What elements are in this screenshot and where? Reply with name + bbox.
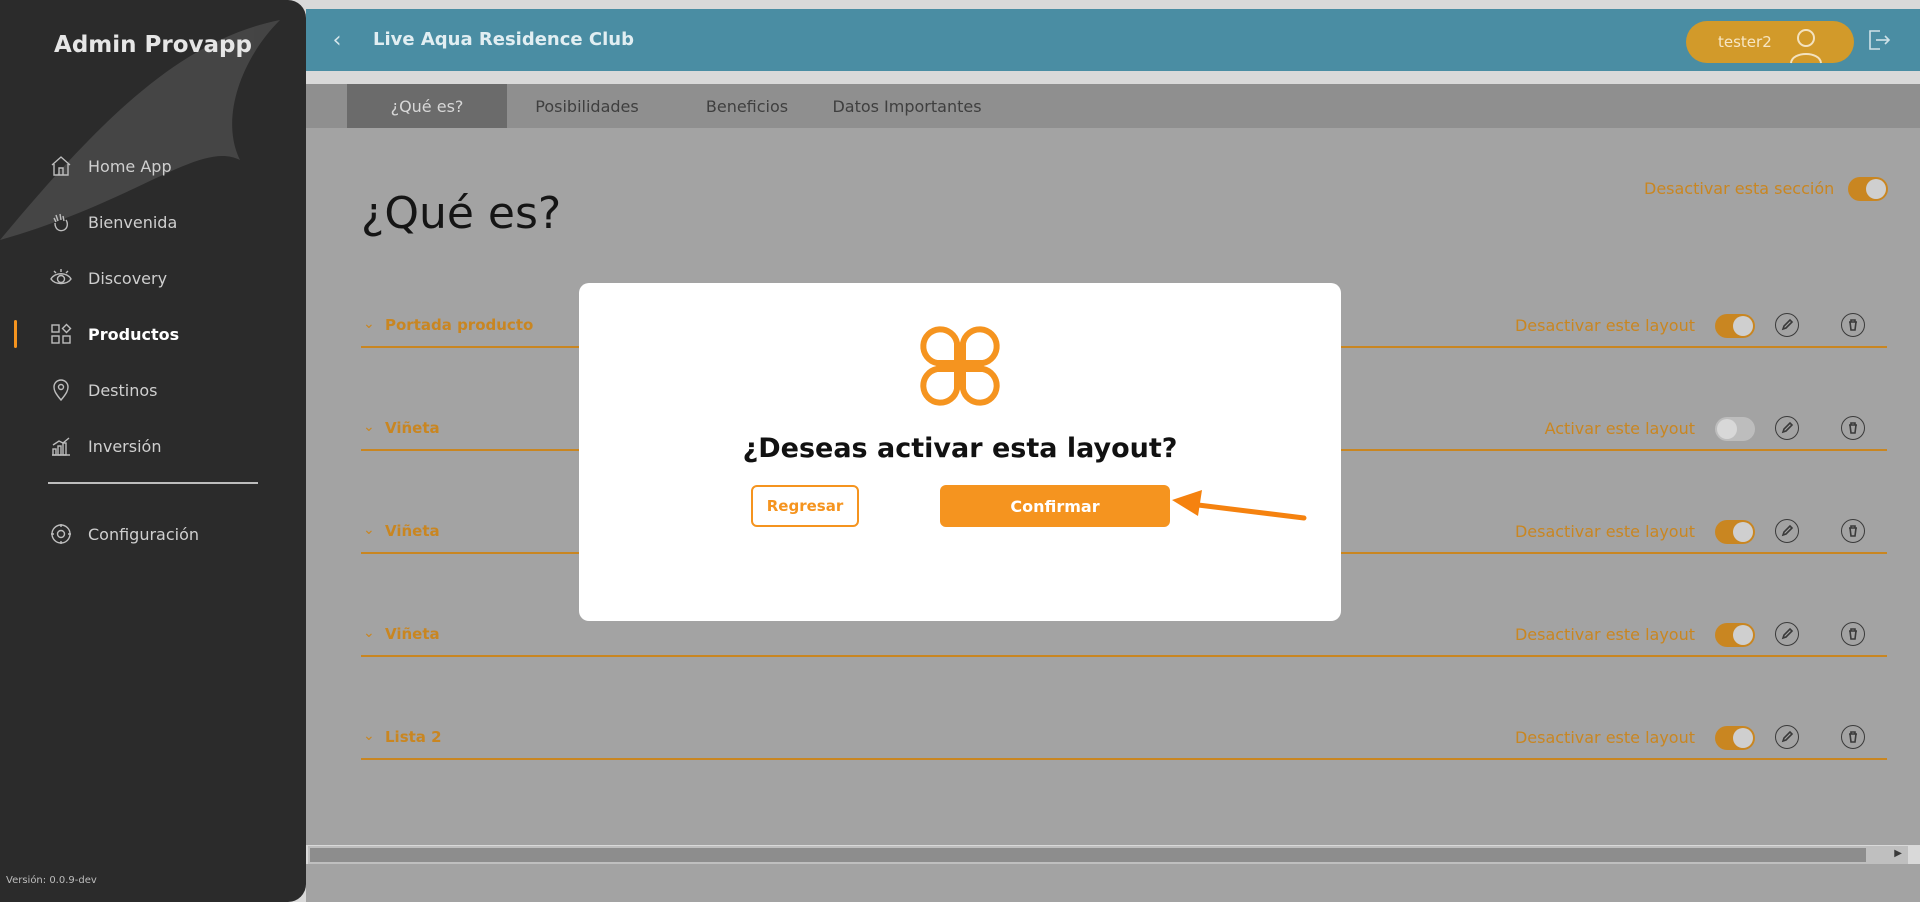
edit-pencil-icon[interactable] xyxy=(1775,519,1799,543)
user-avatar-icon xyxy=(1790,29,1822,64)
page-bottom xyxy=(306,864,1920,902)
back-button[interactable]: Regresar xyxy=(751,485,859,527)
sidebar-item-label: Discovery xyxy=(88,268,168,288)
edit-pencil-icon[interactable] xyxy=(1775,622,1799,646)
sidebar-item-label: Bienvenida xyxy=(88,212,178,232)
chevron-down-icon[interactable]: ⌄ xyxy=(363,728,375,744)
layout-toggle[interactable] xyxy=(1715,314,1755,338)
sidebar: Admin Provapp Home App Bienvenida Discov… xyxy=(0,0,306,902)
chart-icon xyxy=(48,433,74,459)
section-heading: ¿Qué es? xyxy=(361,188,562,239)
dialog-question: ¿Deseas activar esta layout? xyxy=(742,433,1178,464)
layout-name: Lista 2 xyxy=(385,728,442,746)
sidebar-item-label: Home App xyxy=(88,156,172,176)
tab-beneficios[interactable]: Beneficios xyxy=(667,84,827,128)
layout-name: Portada producto xyxy=(385,316,534,334)
toggle-knob xyxy=(1866,179,1886,199)
layout-row: ⌄ Lista 2 Desactivar este layout xyxy=(361,718,1887,760)
chevron-down-icon[interactable]: ⌄ xyxy=(363,625,375,641)
sidebar-item-configuracion[interactable]: Configuración xyxy=(0,506,306,562)
grid-icon xyxy=(48,321,74,347)
eye-icon xyxy=(48,265,74,291)
layout-row: ⌄ Viñeta Desactivar este layout xyxy=(361,615,1887,657)
wave-hand-icon xyxy=(48,209,74,235)
sidebar-divider xyxy=(48,482,258,484)
toggle-knob xyxy=(1733,625,1753,645)
home-icon xyxy=(48,153,74,179)
logout-icon[interactable] xyxy=(1866,27,1892,53)
trash-icon[interactable] xyxy=(1841,313,1865,337)
toggle-knob xyxy=(1733,316,1753,336)
edit-pencil-icon[interactable] xyxy=(1775,725,1799,749)
edit-pencil-icon[interactable] xyxy=(1775,416,1799,440)
sidebar-item-label: Configuración xyxy=(88,524,200,544)
tab-datos-importantes[interactable]: Datos Importantes xyxy=(827,84,987,128)
username: tester2 xyxy=(1718,33,1772,51)
sidebar-item-label: Inversión xyxy=(88,436,162,456)
layout-toggle[interactable] xyxy=(1715,623,1755,647)
version-label: Versión: 0.0.9-dev xyxy=(6,875,97,886)
tab-posibilidades[interactable]: Posibilidades xyxy=(507,84,667,128)
toggle-knob xyxy=(1733,728,1753,748)
edit-pencil-icon[interactable] xyxy=(1775,313,1799,337)
gear-icon xyxy=(48,521,74,547)
location-pin-icon xyxy=(48,377,74,403)
layout-status-label: Desactivar este layout xyxy=(1514,728,1695,747)
sidebar-nav: Home App Bienvenida Discovery Productos … xyxy=(0,138,306,474)
confirm-button[interactable]: Confirmar xyxy=(940,485,1170,527)
chevron-down-icon[interactable]: ⌄ xyxy=(363,316,375,332)
layout-toggle[interactable] xyxy=(1715,520,1755,544)
sidebar-item-destinos[interactable]: Destinos xyxy=(0,362,306,418)
sidebar-item-inversion[interactable]: Inversión xyxy=(0,418,306,474)
sidebar-item-discovery[interactable]: Discovery xyxy=(0,250,306,306)
sidebar-item-home-app[interactable]: Home App xyxy=(0,138,306,194)
trash-icon[interactable] xyxy=(1841,622,1865,646)
sidebar-config: Configuración xyxy=(0,506,306,562)
user-menu[interactable]: tester2 xyxy=(1686,21,1854,64)
sidebar-item-bienvenida[interactable]: Bienvenida xyxy=(0,194,306,250)
back-chevron-icon[interactable]: ‹ xyxy=(324,27,350,53)
app-brand: Admin Provapp xyxy=(54,32,252,58)
annotation-arrow-icon xyxy=(1172,490,1307,521)
layout-status-label: Desactivar este layout xyxy=(1514,522,1695,541)
layout-toggle[interactable] xyxy=(1715,726,1755,750)
layout-name: Viñeta xyxy=(385,419,440,437)
tab-que-es[interactable]: ¿Qué es? xyxy=(347,84,507,128)
layout-status-label: Activar este layout xyxy=(1544,419,1695,438)
toggle-knob xyxy=(1717,419,1737,439)
layout-toggle[interactable] xyxy=(1715,417,1755,441)
confirm-dialog: ¿Deseas activar esta layout? Regresar Co… xyxy=(579,283,1341,621)
section-toggle-label: Desactivar esta sección xyxy=(1644,179,1835,198)
trash-icon[interactable] xyxy=(1841,416,1865,440)
section-toggle[interactable] xyxy=(1848,177,1888,201)
sidebar-item-label: Destinos xyxy=(88,380,158,400)
chevron-down-icon[interactable]: ⌄ xyxy=(363,522,375,538)
sidebar-item-label: Productos xyxy=(88,324,180,344)
sidebar-item-productos[interactable]: Productos xyxy=(0,306,306,362)
layout-name: Viñeta xyxy=(385,522,440,540)
section-tabs: ¿Qué es? Posibilidades Beneficios Datos … xyxy=(306,84,1920,128)
layout-name: Viñeta xyxy=(385,625,440,643)
trash-icon[interactable] xyxy=(1841,725,1865,749)
top-header: ‹ Live Aqua Residence Club tester2 xyxy=(306,9,1920,71)
layout-status-label: Desactivar este layout xyxy=(1514,625,1695,644)
scrollbar-thumb[interactable] xyxy=(310,848,1866,862)
layout-status-label: Desactivar este layout xyxy=(1514,316,1695,335)
clover-logo-icon xyxy=(920,326,1000,406)
toggle-knob xyxy=(1733,522,1753,542)
scroll-right-arrow-icon[interactable]: ▶ xyxy=(1894,848,1902,859)
horizontal-scrollbar[interactable]: ▶ xyxy=(308,846,1908,864)
trash-icon[interactable] xyxy=(1841,519,1865,543)
page-title: Live Aqua Residence Club xyxy=(373,29,634,50)
chevron-down-icon[interactable]: ⌄ xyxy=(363,419,375,435)
